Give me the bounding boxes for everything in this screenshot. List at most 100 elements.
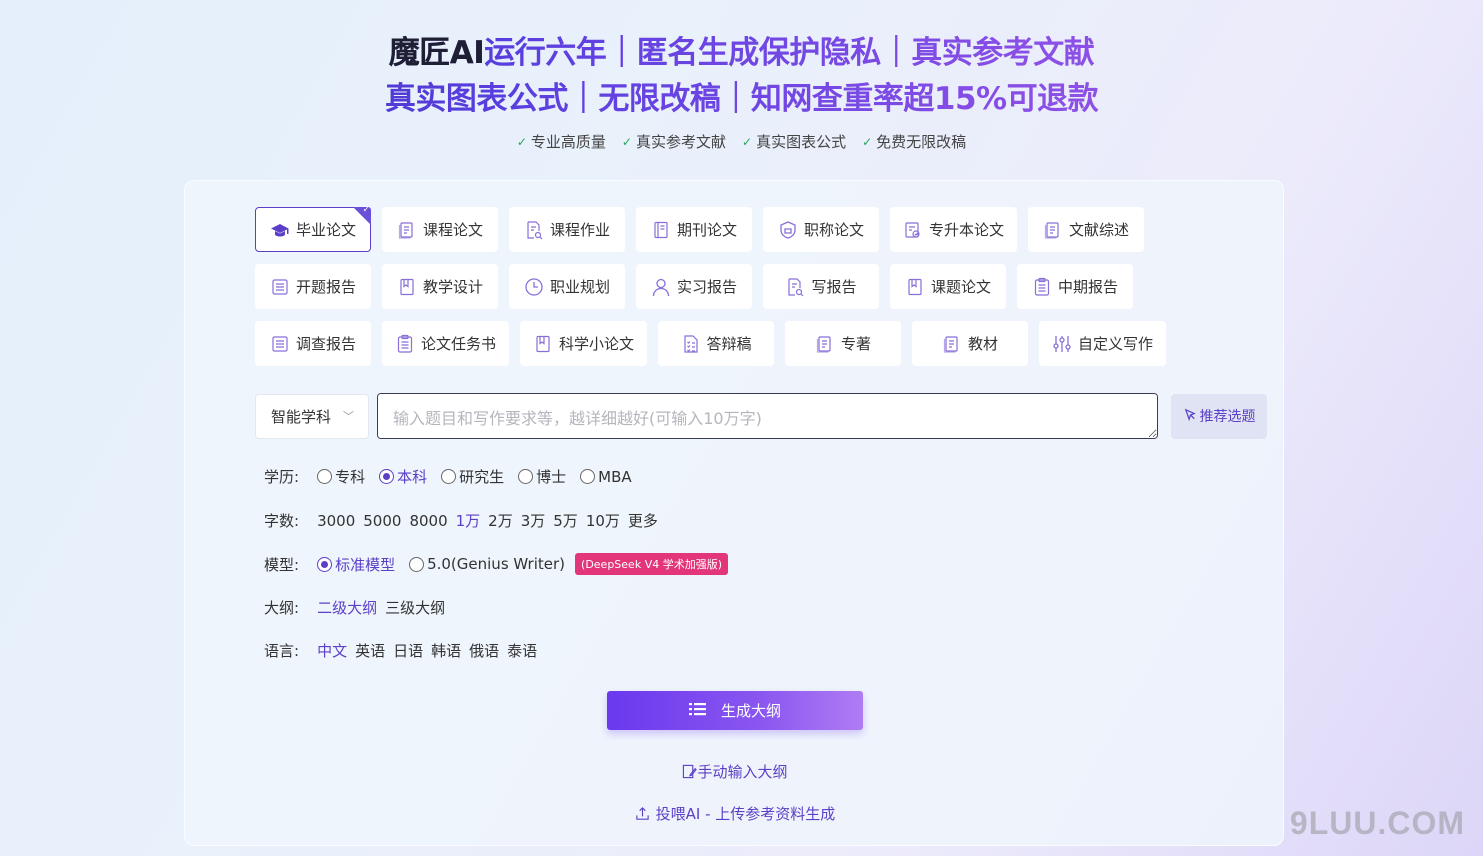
word-count-option[interactable]: 3万 <box>521 510 546 531</box>
cursor-click-icon <box>1183 407 1198 426</box>
paper-type-button[interactable]: 写报告 <box>763 264 879 309</box>
headline-line-1: 魔匠AI运行六年｜匿名生成保护隐私｜真实参考文献 <box>0 30 1483 76</box>
education-option[interactable]: 研究生 <box>441 466 504 487</box>
edit-icon <box>682 763 698 781</box>
book-icon <box>905 277 925 297</box>
recommend-topic-button[interactable]: 推荐选题 <box>1171 393 1267 439</box>
generate-outline-button[interactable]: 生成大纲 <box>607 691 863 730</box>
paper-type-button[interactable]: 教材 <box>912 321 1029 366</box>
language-option[interactable]: 英语 <box>355 640 385 661</box>
radio-button[interactable] <box>518 469 534 484</box>
word-count-option[interactable]: 2万 <box>488 510 513 531</box>
document-check-icon <box>903 220 923 240</box>
model-option-label: 标准模型 <box>335 555 396 574</box>
word-count-option[interactable]: 8000 <box>409 512 447 530</box>
word-count-option[interactable]: 5000 <box>363 512 401 530</box>
watermark: 9LUU.COM <box>1289 805 1465 841</box>
clipboard-icon <box>395 334 415 354</box>
paper-type-button[interactable]: 调查报告 <box>255 321 371 366</box>
education-option[interactable]: 专科 <box>317 466 365 487</box>
language-option[interactable]: 泰语 <box>507 640 537 661</box>
paper-type-label: 期刊论文 <box>676 221 737 239</box>
book-icon <box>397 277 417 297</box>
topic-input[interactable] <box>377 393 1158 439</box>
education-option[interactable]: 博士 <box>518 466 566 487</box>
language-option[interactable]: 中文 <box>317 640 347 661</box>
paper-type-button[interactable]: 答辩稿 <box>658 321 775 366</box>
clock-icon <box>524 277 544 297</box>
education-option-label: MBA <box>598 467 632 486</box>
radio-button[interactable] <box>317 469 333 484</box>
radio-button[interactable] <box>317 556 333 572</box>
education-option-label: 专科 <box>335 468 366 486</box>
paper-type-button[interactable]: 课程论文 <box>382 207 498 252</box>
hero-headline: 魔匠AI运行六年｜匿名生成保护隐私｜真实参考文献 真实图表公式｜无限改稿｜知网查… <box>0 30 1483 122</box>
paper-type-button[interactable]: 教学设计 <box>382 264 498 309</box>
paper-type-label: 科学小论文 <box>559 335 635 353</box>
education-option[interactable]: 本科 <box>379 466 427 487</box>
paper-type-button[interactable]: 文献综述 <box>1028 207 1145 252</box>
manual-outline-link[interactable]: 手动输入大纲 <box>185 761 1285 782</box>
journal-icon <box>651 220 671 240</box>
paper-type-button[interactable]: 开题报告 <box>255 264 371 309</box>
document-icon <box>815 334 835 354</box>
word-count-option[interactable]: 5万 <box>553 510 578 531</box>
check-icon: ✓ <box>516 134 527 149</box>
paper-type-button[interactable]: 课题论文 <box>890 264 1006 309</box>
outline-level-option[interactable]: 二级大纲 <box>317 597 377 618</box>
report-icon <box>270 334 290 354</box>
paper-type-button[interactable]: 自定义写作 <box>1039 321 1167 366</box>
clipboard-icon <box>1032 277 1052 297</box>
feature-label: 专业高质量 <box>530 133 606 151</box>
paper-type-button[interactable]: 课程作业 <box>509 207 625 252</box>
paper-type-button[interactable]: 专升本论文 <box>890 207 1018 252</box>
paper-type-button[interactable]: 毕业论文 <box>255 207 371 252</box>
model-option[interactable]: 5.0(Genius Writer) <box>409 555 565 573</box>
paper-type-label: 开题报告 <box>295 278 356 296</box>
language-option[interactable]: 俄语 <box>469 640 499 661</box>
paper-type-button[interactable]: 实习报告 <box>636 264 752 309</box>
document-icon <box>1043 220 1063 240</box>
paper-type-label: 中期报告 <box>1057 278 1118 296</box>
education-row: 学历: 专科 本科 研究生 博士 MBA <box>264 466 646 487</box>
paper-type-label: 课程作业 <box>549 221 610 239</box>
option-label: 模型: <box>264 555 300 574</box>
education-option[interactable]: MBA <box>580 468 632 486</box>
paper-type-button[interactable]: 职业规划 <box>509 264 625 309</box>
radio-button[interactable] <box>441 469 457 484</box>
paper-type-button[interactable]: 中期报告 <box>1017 264 1133 309</box>
paper-type-grid: 毕业论文 课程论文 课程作业 期刊论文 职称论文 专升本论文 文献综述开题报告 教学设计 职业规… <box>255 207 1167 378</box>
check-icon: ✓ <box>621 134 632 149</box>
word-count-option[interactable]: 1万 <box>456 510 481 531</box>
language-option[interactable]: 韩语 <box>431 640 461 661</box>
headline-line-2: 真实图表公式｜无限改稿｜知网查重率超15%可退款 <box>0 76 1483 122</box>
document-search-icon <box>524 220 544 240</box>
manual-outline-label: 手动输入大纲 <box>697 763 788 781</box>
paper-type-button[interactable]: 期刊论文 <box>636 207 752 252</box>
subject-select[interactable]: 智能学科 ﹀ <box>255 393 369 439</box>
checklist-icon <box>681 334 701 354</box>
document-search-icon <box>785 277 805 297</box>
paper-type-label: 职称论文 <box>803 221 864 239</box>
paper-type-button[interactable]: 论文任务书 <box>382 321 510 366</box>
upload-reference-link[interactable]: 投喂AI - 上传参考资料生成 <box>185 803 1285 824</box>
paper-type-button[interactable]: 专著 <box>785 321 902 366</box>
radio-button[interactable] <box>580 469 596 484</box>
paper-type-label: 教材 <box>968 335 999 353</box>
main-panel: 毕业论文 课程论文 课程作业 期刊论文 职称论文 专升本论文 文献综述开题报告 教学设计 职业规… <box>184 180 1284 846</box>
model-option-label: 5.0(Genius Writer) <box>427 555 566 573</box>
language-option[interactable]: 日语 <box>393 640 423 661</box>
headline-line-1-text: 运行六年｜匿名生成保护隐私｜真实参考文献 <box>484 35 1095 71</box>
paper-type-button[interactable]: 职称论文 <box>763 207 879 252</box>
model-option[interactable]: 标准模型 <box>317 554 395 575</box>
word-count-option[interactable]: 3000 <box>317 512 355 530</box>
education-option-label: 研究生 <box>459 468 505 486</box>
word-count-option[interactable]: 10万 <box>586 510 620 531</box>
option-label: 大纲: <box>264 599 300 617</box>
education-option-label: 博士 <box>536 468 567 486</box>
radio-button[interactable] <box>379 469 395 484</box>
radio-button[interactable] <box>409 556 425 572</box>
word-count-option[interactable]: 更多 <box>628 510 658 531</box>
paper-type-button[interactable]: 科学小论文 <box>520 321 648 366</box>
outline-level-option[interactable]: 三级大纲 <box>385 597 445 618</box>
